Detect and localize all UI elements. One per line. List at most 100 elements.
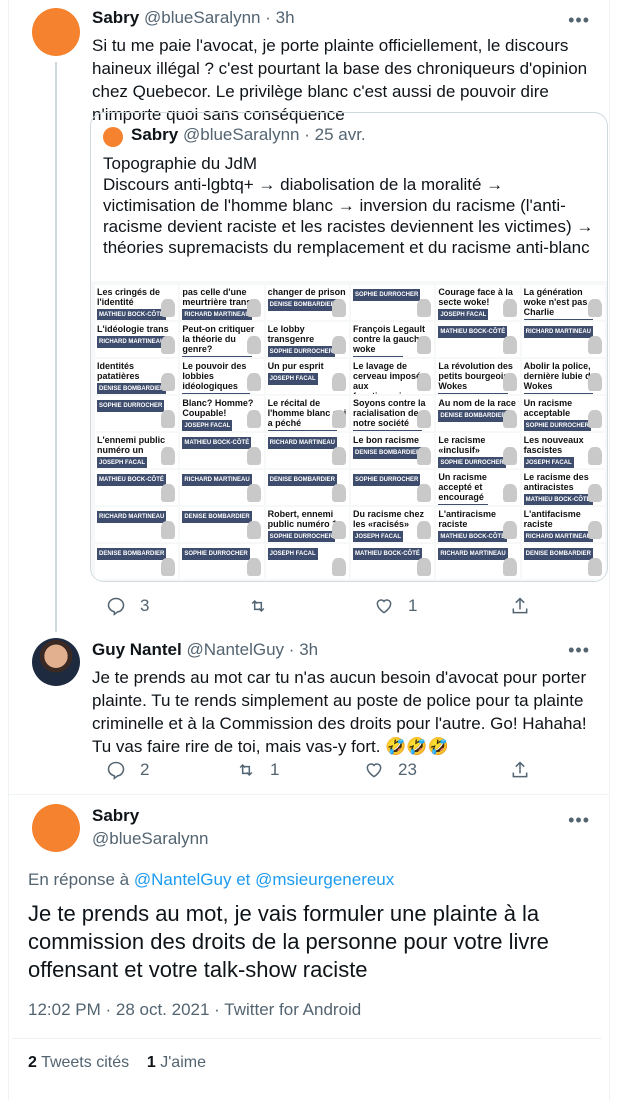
quoted-author-handle: @blueSaralynn [182, 125, 300, 144]
columnist-photo [417, 373, 432, 391]
columnist-tag: RICHARD MARTINEAU [97, 336, 167, 348]
heart-icon [366, 763, 382, 778]
divider [8, 794, 610, 795]
collage-headline: Au nom de la race DENISE BOMBARDIER [436, 396, 520, 431]
tweet-timestamp[interactable]: 12:02 PM · 28 oct. 2021 · Twitter for An… [28, 1000, 361, 1020]
more-options-icon[interactable]: ••• [568, 10, 590, 31]
reply-count: 3 [140, 596, 150, 615]
columnist-tag: SOPHIE DURROCHER [353, 474, 421, 486]
collage-headline: Identités patatières DENISE BOMBARDIER [95, 359, 179, 394]
tweet[interactable]: Sabry @blueSaralynn · 3h ••• Si tu me pa… [16, 0, 608, 622]
columnist-tag: RICHARD MARTINEAU [523, 326, 593, 338]
reply-icon [107, 761, 125, 780]
columnist-photo [332, 521, 346, 539]
columnist-photo [332, 410, 346, 428]
columnist-tag: SOPHIE DURROCHER [267, 531, 335, 542]
reply-button[interactable]: 3 [106, 596, 149, 616]
tweet[interactable]: Guy Nantel @NantelGuy · 3h ••• Je te pre… [16, 622, 602, 788]
collage-headline: RICHARD MARTINEAU [436, 544, 520, 579]
reply-prefix: En réponse à [28, 870, 130, 889]
like-button[interactable]: 23 [364, 760, 417, 780]
columnist-tag: MATHIEU BOCK-CÔTÉ [353, 548, 422, 560]
columnist-photo [161, 484, 176, 502]
author-name[interactable]: Sabry [92, 806, 139, 826]
tweet-time[interactable]: 3h [299, 640, 318, 659]
collage-headline: Les nouveaux fascistes JOSEPH FACAL [521, 433, 605, 468]
columnist-tag: RICHARD MARTINEAU [353, 430, 423, 431]
collage-headline: Le pouvoir des lobbies idéologiquesSOPHI… [180, 359, 264, 394]
share-icon [512, 597, 528, 614]
columnist-tag: RICHARD MARTINEAU [438, 548, 508, 560]
tweet-text: Je te prends au mot, je vais formuler un… [28, 901, 549, 982]
columnist-tag: JOSEPH FACAL [438, 504, 489, 505]
separator-dot: · [304, 125, 310, 144]
columnist-tag: MATHIEU BOCK-CÔTÉ [182, 437, 252, 449]
retweet-icon [251, 599, 265, 613]
collage-headline: MATHIEU BOCK-CÔTÉ [95, 470, 179, 505]
tweet-time[interactable]: 3h [276, 8, 295, 27]
author-handle[interactable]: @NantelGuy [186, 640, 284, 659]
collage-headline: L'antiracisme raciste MATHIEU BOCK-CÔTÉ [436, 507, 520, 542]
author-handle[interactable]: @blueSaralynn [144, 8, 261, 27]
columnist-tag: JOSEPH FACAL [267, 548, 318, 560]
columnist-photo [246, 299, 261, 317]
columnist-photo [161, 447, 176, 465]
author-name[interactable]: Sabry [92, 8, 139, 27]
columnist-tag: SOPHIE DURROCHER [438, 457, 506, 468]
collage-headline: RICHARD MARTINEAU [521, 322, 605, 357]
columnist-tag: DENISE BOMBARDIER [97, 383, 167, 394]
columnist-tag: MATHIEU BOCK-CÔTÉ [523, 494, 593, 505]
tweet-actions: 2 1 23 [90, 760, 530, 784]
columnist-photo [332, 484, 346, 502]
collage-headline: SOPHIE DURROCHER [351, 470, 435, 505]
reply-button[interactable]: 2 [106, 760, 149, 780]
avatar[interactable] [32, 8, 80, 56]
columnist-tag: DENISE BOMBARDIER [523, 393, 593, 394]
columnist-photo [588, 373, 602, 391]
author-handle[interactable]: @blueSaralynn [92, 829, 209, 849]
author-name[interactable]: Guy Nantel [92, 640, 182, 659]
collage-headline: RICHARD MARTINEAU [180, 470, 264, 505]
collage-headline: SOPHIE DURROCHER [180, 544, 264, 579]
columnist-photo [588, 558, 602, 576]
mention-link[interactable]: @msieurgenereux [255, 870, 394, 889]
like-count: 1 [408, 596, 418, 615]
more-options-icon[interactable]: ••• [568, 640, 590, 661]
columnist-tag: JOSEPH FACAL [182, 420, 233, 431]
collage-headline: MATHIEU BOCK-CÔTÉ [436, 322, 520, 357]
columnist-tag: DENISE BOMBARDIER [267, 474, 337, 486]
collage-headline: Le lavage de cerveau imposé aux fonction… [351, 359, 435, 394]
retweet-button[interactable] [248, 596, 282, 616]
share-button[interactable] [510, 760, 530, 780]
likes-stat[interactable]: 1 J'aime [147, 1054, 206, 1071]
like-button[interactable]: 1 [374, 596, 417, 616]
quoted-image-collage[interactable]: Les cringés de l'identité MATHIEU BOCK-CÔ… [91, 281, 607, 581]
columnist-tag: RICHARD MARTINEAU [182, 309, 252, 320]
columnist-photo [417, 410, 432, 428]
columnist-photo [502, 336, 517, 354]
columnist-tag: MATHIEU BOCK-CÔTÉ [97, 474, 166, 486]
columnist-photo [332, 447, 346, 465]
collage-headline: RICHARD MARTINEAU [265, 433, 349, 468]
quoted-tweet[interactable]: Sabry @blueSaralynn · 25 avr. Topographi… [90, 112, 608, 582]
share-button[interactable] [510, 596, 530, 616]
avatar[interactable] [32, 804, 80, 852]
retweet-button[interactable]: 1 [236, 760, 279, 780]
columnist-tag: MATHIEU BOCK-CÔTÉ [267, 430, 337, 431]
like-label: J'aime [160, 1054, 206, 1071]
quote-tweets-stat[interactable]: 2 Tweets cités [28, 1054, 129, 1071]
columnist-tag: JOSEPH FACAL [97, 457, 148, 468]
timeline-right-border [609, 0, 610, 1100]
columnist-photo [332, 299, 346, 317]
retweet-count: 1 [270, 760, 280, 779]
more-options-icon[interactable]: ••• [568, 810, 590, 831]
columnist-tag: RICHARD MARTINEAU [438, 393, 508, 394]
collage-headline: François Legault contre la gauche wokeJO… [351, 322, 435, 357]
mention-link[interactable]: @NantelGuy [134, 870, 232, 889]
columnist-photo [502, 558, 517, 576]
columnist-tag: JOSEPH FACAL [267, 373, 318, 385]
avatar[interactable] [32, 638, 80, 686]
tweet-text: Je te prends au mot car tu n'as aucun be… [92, 668, 587, 756]
reply-joiner: et [236, 870, 251, 889]
columnist-tag: RICHARD MARTINEAU [182, 474, 252, 486]
